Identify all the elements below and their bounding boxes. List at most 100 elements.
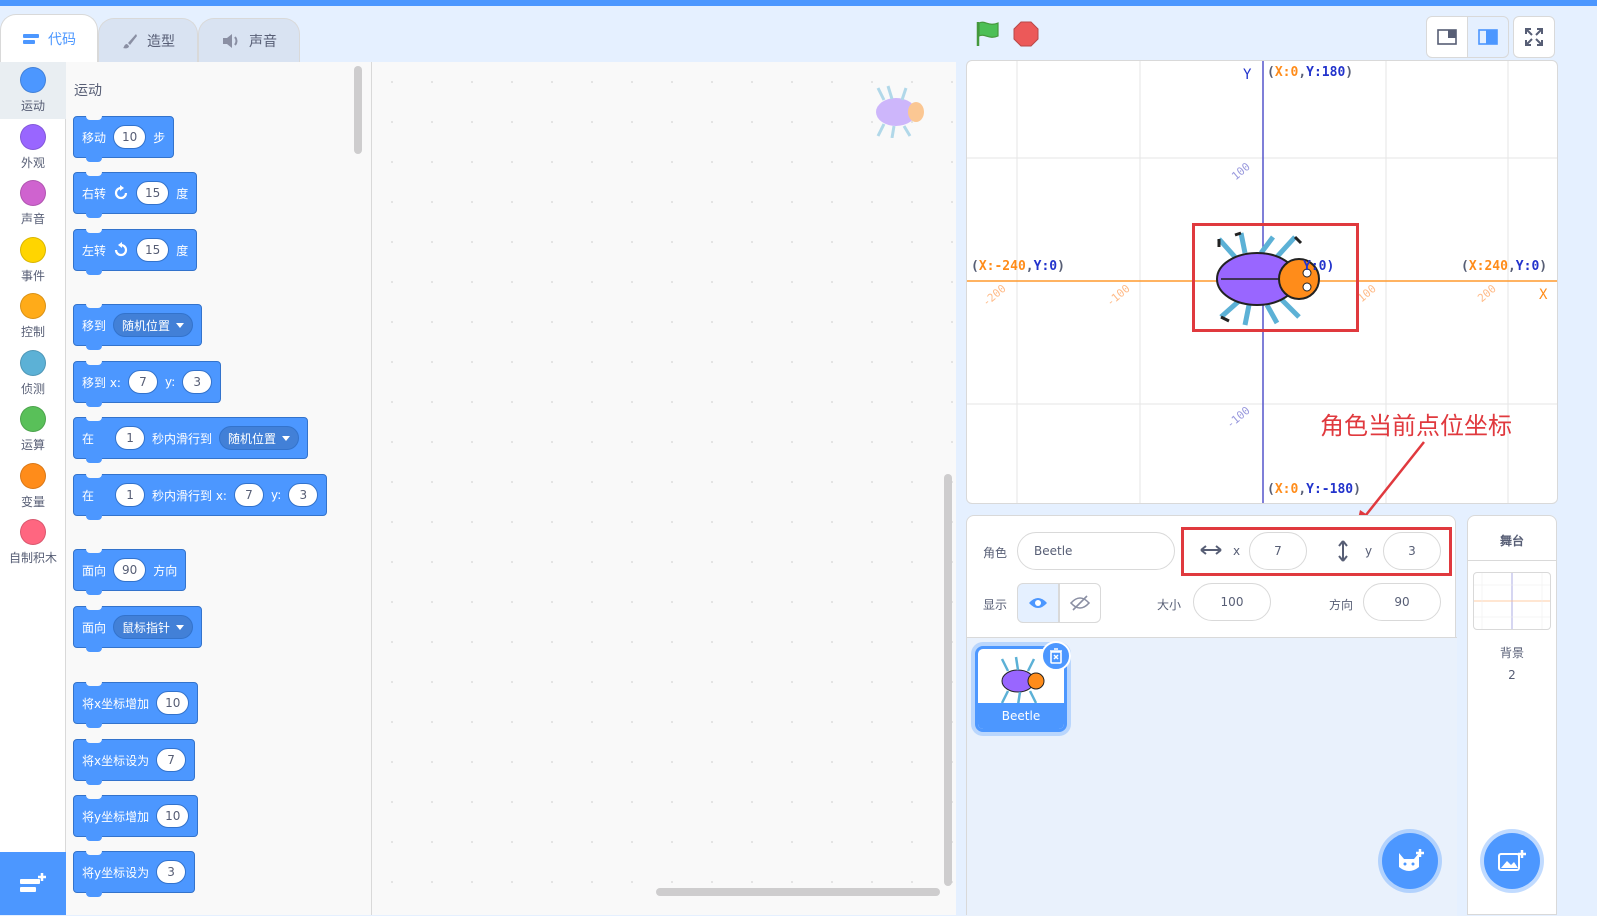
category-sound[interactable]: 声音 <box>0 175 66 232</box>
brush-icon <box>121 32 139 50</box>
block-glide-to[interactable]: 在 1 秒内滑行到 随机位置 <box>73 417 309 463</box>
large-stage-button[interactable] <box>1467 16 1509 58</box>
block-change-x[interactable]: 将x坐标增加 10 <box>73 682 199 728</box>
block-point-in-direction[interactable]: 面向 90 方向 <box>73 549 187 595</box>
annotation-text: 角色当前点位坐标 <box>1320 412 1512 440</box>
tab-costumes[interactable]: 造型 <box>98 18 198 62</box>
steps-input[interactable]: 10 <box>113 125 147 149</box>
sprite-name-label: 角色 <box>983 546 1008 560</box>
change-x-input[interactable]: 10 <box>156 691 190 715</box>
block-move-steps[interactable]: 移动 10 步 <box>73 116 175 162</box>
eye-icon <box>1028 596 1048 610</box>
go-to-target-dropdown[interactable]: 随机位置 <box>113 313 194 337</box>
category-menu: 运动 外观 声音 事件 控制 侦测 运算 变量 自制积木 <box>0 62 66 852</box>
cat-plus-icon <box>1395 847 1425 875</box>
sprite-watermark <box>870 84 932 142</box>
category-operators[interactable]: 运算 <box>0 401 66 458</box>
speaker-icon <box>221 33 241 49</box>
sprite-highlight-box <box>1192 223 1359 332</box>
go-to-x-input[interactable]: 7 <box>127 370 158 394</box>
go-to-y-input[interactable]: 3 <box>182 370 213 394</box>
glide-seconds-input[interactable]: 1 <box>115 426 146 450</box>
variables-dot-icon <box>20 463 46 489</box>
block-set-y[interactable]: 将y坐标设为 3 <box>73 851 196 897</box>
turn-left-degrees-input[interactable]: 15 <box>136 238 170 262</box>
show-sprite-button[interactable] <box>1017 583 1059 623</box>
size-label: 大小 <box>1157 598 1182 612</box>
dropdown-caret-icon <box>176 624 185 630</box>
add-extension-button[interactable] <box>0 852 66 915</box>
block-turn-right[interactable]: 右转 15 度 <box>73 172 198 218</box>
workspace-horizontal-scrollbar[interactable] <box>656 888 940 896</box>
block-palette: 运动 移动 10 步 右转 15 度 左转 15 度 移到 随机位置 移到 x: 7 y: 3… <box>66 62 372 915</box>
choose-backdrop-button[interactable] <box>1484 833 1540 889</box>
change-y-input[interactable]: 10 <box>156 804 190 828</box>
glide-x-input[interactable]: 7 <box>233 483 264 507</box>
small-stage-button[interactable] <box>1426 16 1468 58</box>
trash-icon <box>1049 648 1063 664</box>
xy-highlight-box <box>1181 527 1452 576</box>
size-input[interactable]: 100 <box>1193 583 1271 621</box>
block-point-towards[interactable]: 面向 鼠标指针 <box>73 606 203 652</box>
stage-panel-divider <box>1468 560 1556 561</box>
turn-right-degrees-input[interactable]: 15 <box>136 181 170 205</box>
dropdown-caret-icon <box>282 435 291 441</box>
glide-target-dropdown[interactable]: 随机位置 <box>219 426 300 450</box>
block-go-to[interactable]: 移到 随机位置 <box>73 304 203 350</box>
category-control[interactable]: 控制 <box>0 288 66 345</box>
tab-sounds[interactable]: 声音 <box>198 18 300 62</box>
backdrop-count: 2 <box>1508 668 1516 682</box>
sensing-dot-icon <box>20 350 46 376</box>
small-stage-icon <box>1437 29 1457 45</box>
sprite-list: Beetle <box>967 638 1457 916</box>
block-go-to-xy[interactable]: 移到 x: 7 y: 3 <box>73 361 222 407</box>
green-flag-button[interactable] <box>974 20 1002 52</box>
code-icon <box>22 32 40 46</box>
rotate-right-icon <box>113 185 129 201</box>
palette-scrollbar[interactable] <box>354 66 362 154</box>
glide-xy-seconds-input[interactable]: 1 <box>115 483 146 507</box>
category-my-blocks[interactable]: 自制积木 <box>0 514 66 571</box>
looks-dot-icon <box>20 124 46 150</box>
green-flag-icon <box>976 21 999 46</box>
palette-category-title: 运动 <box>74 83 102 99</box>
category-variables[interactable]: 变量 <box>0 458 66 515</box>
workspace-vertical-scrollbar[interactable] <box>944 474 952 886</box>
hide-sprite-button[interactable] <box>1059 583 1101 623</box>
operators-dot-icon <box>20 406 46 432</box>
point-towards-dropdown[interactable]: 鼠标指针 <box>113 615 194 639</box>
category-sensing[interactable]: 侦测 <box>0 345 66 402</box>
glide-y-input[interactable]: 3 <box>288 483 319 507</box>
delete-sprite-button[interactable] <box>1041 641 1071 671</box>
category-motion[interactable]: 运动 <box>0 62 66 119</box>
block-glide-to-xy[interactable]: 在 1 秒内滑行到 x: 7 y: 3 <box>73 474 328 520</box>
stage-header <box>958 6 1597 62</box>
block-change-y[interactable]: 将y坐标增加 10 <box>73 795 199 841</box>
x-axis-label: X <box>1539 287 1548 303</box>
direction-input-field[interactable]: 90 <box>1363 583 1441 621</box>
script-workspace[interactable] <box>372 62 1297 915</box>
set-x-input[interactable]: 7 <box>156 748 187 772</box>
coord-bottom: (X:0,Y:-180) <box>1267 482 1361 497</box>
stop-button[interactable] <box>1012 20 1040 52</box>
category-events[interactable]: 事件 <box>0 232 66 289</box>
backdrop-thumbnail[interactable] <box>1473 572 1551 630</box>
block-set-x[interactable]: 将x坐标设为 7 <box>73 739 196 785</box>
beetle-watermark-icon <box>876 85 924 139</box>
direction-input[interactable]: 90 <box>113 558 147 582</box>
choose-sprite-button[interactable] <box>1382 833 1438 889</box>
fullscreen-icon <box>1525 28 1543 46</box>
fullscreen-button[interactable] <box>1513 16 1555 58</box>
block-turn-left[interactable]: 左转 15 度 <box>73 229 198 275</box>
set-y-input[interactable]: 3 <box>156 860 187 884</box>
backdrop-grid-icon <box>1474 573 1550 629</box>
motion-dot-icon <box>20 67 46 93</box>
category-looks[interactable]: 外观 <box>0 119 66 176</box>
y-axis-label: Y <box>1243 67 1252 83</box>
add-extension-icon <box>18 871 48 897</box>
rotate-left-icon <box>113 242 129 258</box>
tab-code[interactable]: 代码 <box>0 14 98 62</box>
stop-sign-icon <box>1013 21 1039 47</box>
sprite-name-input[interactable]: Beetle <box>1017 532 1175 570</box>
coord-top: (X:0,Y:180) <box>1267 65 1354 80</box>
